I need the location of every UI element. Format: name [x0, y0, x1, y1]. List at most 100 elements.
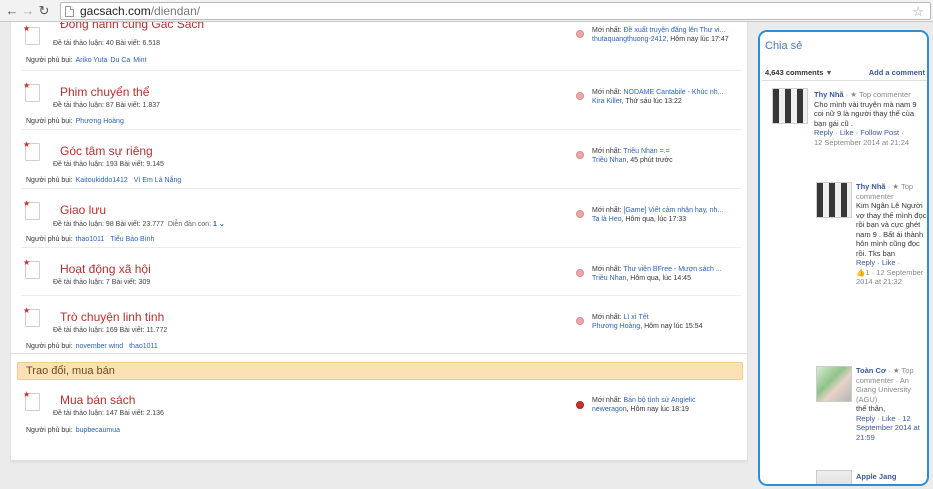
- avatar[interactable]: [816, 366, 852, 402]
- comment-text: thế thân,: [856, 404, 886, 413]
- forum-title[interactable]: Giao lưu: [60, 203, 106, 217]
- forum-stats: Đề tài thảo luận: 193 Bài viết: 9.145: [53, 161, 164, 168]
- divider: [21, 247, 741, 248]
- url-text: gacsach.com/diendan/: [80, 4, 201, 18]
- comment-text: Kim Ngân Lê Người vợ thay thế mình đọc r…: [856, 201, 927, 258]
- arrow-left-icon: ←: [5, 3, 19, 18]
- last-post-icon: [576, 269, 584, 277]
- last-post: Mới nhất: [Game] Viết cảm nhận hay, nh..…: [592, 207, 724, 223]
- avatar[interactable]: [772, 88, 808, 124]
- last-post-title[interactable]: Thư viện BFree - Mượn sách ...: [623, 266, 721, 273]
- comment-author[interactable]: Thy Nhã: [814, 90, 844, 99]
- last-post: Mới nhất: NODAME Cantabile - Khúc nh... K…: [592, 89, 724, 105]
- rss-icon: [576, 401, 584, 409]
- moderators: Người phủ bụi: bupbecaumua: [26, 427, 121, 434]
- forum-stats: Đề tài thảo luận: 169 Bài viết: 11.772: [53, 327, 168, 334]
- back-button[interactable]: ←: [4, 1, 20, 21]
- comment-actions[interactable]: Reply · Like ·: [856, 258, 900, 267]
- moderators: Người phủ bụi: Ariko Yuta Du Ca Mint: [26, 57, 147, 64]
- moderator-link[interactable]: Ariko Yuta: [76, 57, 108, 64]
- moderator-link[interactable]: Mint: [133, 57, 146, 64]
- divider: [21, 70, 741, 71]
- avatar[interactable]: [816, 182, 852, 218]
- forum-icon: [23, 81, 40, 102]
- last-post-title[interactable]: NODAME Cantabile - Khúc nh...: [623, 89, 723, 96]
- moderator-link[interactable]: thao1011: [129, 343, 158, 350]
- last-post-user[interactable]: Ta là Heo: [592, 216, 622, 223]
- forum-title[interactable]: Phim chuyển thể: [60, 85, 149, 99]
- forum-title[interactable]: Mua bán sách: [60, 393, 135, 407]
- page-icon: [65, 5, 74, 17]
- moderator-link[interactable]: bupbecaumua: [76, 427, 120, 434]
- address-bar[interactable]: gacsach.com/diendan/ ☆: [60, 2, 931, 20]
- moderator-link[interactable]: Tiểu Bảo Bình: [110, 236, 154, 243]
- moderators: Người phủ bụi: Kaitoukiddo1412 Vì Em Là Nắ…: [26, 177, 182, 184]
- sidebar-title: Chia sẻ: [765, 40, 803, 52]
- last-post-title[interactable]: Triều Nhan =.=: [623, 148, 669, 155]
- last-post-user[interactable]: neweragon: [592, 406, 627, 413]
- thumbs-up-icon: 👍: [856, 267, 866, 277]
- arrow-right-icon: →: [21, 3, 35, 18]
- divider: [21, 188, 741, 189]
- forum-stats: Đề tài thảo luận: 40 Bài viết: 6.518: [53, 40, 161, 47]
- forum-icon: [23, 306, 40, 327]
- forum-title[interactable]: Trò chuyện linh tinh: [60, 310, 164, 324]
- last-post: Mới nhất: Triều Nhan =.= Triều Nhan, 45 p…: [592, 148, 673, 164]
- forum-title[interactable]: Góc tâm sự riêng: [60, 144, 153, 158]
- category-header[interactable]: Trao đổi, mua bán: [17, 362, 743, 380]
- comment-author[interactable]: Toàn Cơ: [856, 366, 886, 375]
- comment-author[interactable]: Thy Nhã: [856, 182, 886, 191]
- last-post-user[interactable]: Triều Nhan: [592, 275, 626, 282]
- chevron-down-icon[interactable]: ⌄: [219, 221, 225, 228]
- moderator-link[interactable]: thao1011: [76, 236, 105, 243]
- moderator-link[interactable]: Vì Em Là Nắng: [134, 177, 181, 184]
- moderators: Người phủ bụi: Phương Hoàng: [26, 118, 124, 125]
- add-comment-link[interactable]: Add a comment: [869, 68, 925, 77]
- last-post-user[interactable]: Phương Hoàng: [592, 323, 640, 330]
- forum-stats: Đề tài thảo luận: 98 Bài viết: 23.777 Di…: [53, 221, 225, 228]
- last-post: Mới nhất: Bán bộ tình sử Angielic newerag…: [592, 397, 696, 413]
- last-post-user[interactable]: Kira Killer: [592, 98, 622, 105]
- forum-list: Đồng hành cùng Gác Sách Đề tài thảo luận…: [10, 22, 748, 489]
- bookmark-star-icon[interactable]: ☆: [912, 4, 924, 20]
- moderator-link[interactable]: Phương Hoàng: [76, 118, 124, 125]
- comment: Thy Nhã · ★ Top commenter Cho mình vài t…: [814, 90, 927, 147]
- last-post-icon: [576, 92, 584, 100]
- avatar[interactable]: [816, 470, 852, 484]
- forum-title[interactable]: Đồng hành cùng Gác Sách: [60, 22, 204, 31]
- forum-title[interactable]: Hoạt động xã hội: [60, 262, 151, 276]
- forum-icon: [23, 199, 40, 220]
- last-post-title[interactable]: Bán bộ tình sử Angielic: [623, 397, 695, 404]
- moderator-link[interactable]: november wind: [76, 343, 123, 350]
- last-post-user[interactable]: Triều Nhan: [592, 157, 626, 164]
- moderators: Người phủ bụi: november wind thao1011: [26, 343, 158, 350]
- comment-actions[interactable]: Reply · Like · 12 September 2014 at 21:5…: [856, 414, 920, 442]
- moderators: Người phủ bụi: thao1011 Tiểu Bảo Bình: [26, 236, 155, 243]
- last-post-icon: [576, 210, 584, 218]
- divider: [21, 129, 741, 130]
- comment-author[interactable]: Apple Jang: [856, 472, 896, 481]
- forum-stats: Đề tài thảo luận: 7 Bài viết: 309: [53, 279, 151, 286]
- moderator-link[interactable]: Du Ca: [110, 57, 130, 64]
- comment-actions[interactable]: Reply · Like · Follow Post ·: [814, 128, 904, 137]
- moderator-link[interactable]: Kaitoukiddo1412: [76, 177, 128, 184]
- last-post-title[interactable]: [Game] Viết cảm nhận hay, nh...: [623, 207, 723, 214]
- comment-count[interactable]: 4,643 comments ▼: [765, 68, 832, 77]
- browser-toolbar: ← → ↻ gacsach.com/diendan/ ☆: [0, 0, 933, 22]
- forum-icon: [23, 140, 40, 161]
- last-post-title[interactable]: Lì xì Tết: [623, 314, 648, 321]
- comment: Toàn Cơ · ★ Top commenter · An Giang Uni…: [856, 366, 927, 442]
- forum-stats: Đề tài thảo luận: 87 Bài viết: 1.837: [53, 102, 161, 109]
- forward-button[interactable]: →: [20, 1, 36, 21]
- comment: Apple Jang: [856, 472, 927, 482]
- reload-icon: ↻: [38, 2, 50, 18]
- last-post-user[interactable]: thutaquangthuong-2412: [592, 36, 666, 43]
- comment-text: Cho mình vài truyện mà nam 9 coi nữ 9 là…: [814, 99, 917, 128]
- comment-date: 12 September 2014 at 21:24: [814, 137, 910, 147]
- divider: [762, 80, 927, 81]
- reload-button[interactable]: ↻: [36, 1, 52, 21]
- last-post-icon: [576, 30, 584, 38]
- last-post-title[interactable]: Đề xuất truyện đăng lên Thư vi...: [623, 27, 725, 34]
- last-post: Mới nhất: Lì xì Tết Phương Hoàng, Hôm nay…: [592, 314, 703, 330]
- forum-panel: Trao đổi, mua bán Mua bán sách Đề tài th…: [10, 353, 748, 461]
